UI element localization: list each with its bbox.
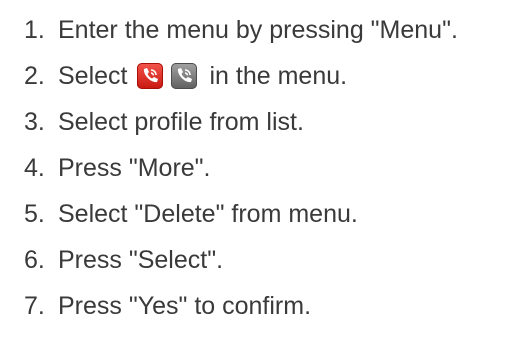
- step-3: 3. Select profile from list.: [24, 104, 304, 140]
- step-number: 6.: [24, 246, 45, 274]
- step-1: 1. Enter the menu by pressing "Menu".: [24, 12, 458, 48]
- step-number: 3.: [24, 108, 45, 136]
- gray-phone-icon: [171, 63, 198, 89]
- red-phone-icon: [137, 63, 164, 89]
- step-7: 7. Press "Yes" to confirm.: [24, 288, 311, 324]
- step-text: Select: [58, 62, 128, 90]
- step-text: Enter the menu by pressing "Menu".: [58, 16, 458, 44]
- step-number: 4.: [24, 154, 45, 182]
- step-text-after: in the menu.: [209, 62, 348, 90]
- step-number: 7.: [24, 292, 45, 320]
- step-4: 4. Press "More".: [24, 150, 211, 186]
- step-number: 5.: [24, 200, 45, 228]
- step-6: 6. Press "Select".: [24, 242, 223, 278]
- step-2: 2. Select in the menu.: [24, 58, 347, 94]
- step-text: Press "More".: [58, 154, 211, 182]
- step-text: Press "Select".: [58, 246, 224, 274]
- step-text: Press "Yes" to confirm.: [58, 292, 312, 320]
- instruction-list: 1. Enter the menu by pressing "Menu". 2.…: [0, 0, 527, 339]
- step-text: Select "Delete" from menu.: [58, 200, 358, 228]
- step-5: 5. Select "Delete" from menu.: [24, 196, 358, 232]
- step-number: 2.: [24, 62, 45, 90]
- step-text: Select profile from list.: [58, 108, 304, 136]
- step-number: 1.: [24, 16, 45, 44]
